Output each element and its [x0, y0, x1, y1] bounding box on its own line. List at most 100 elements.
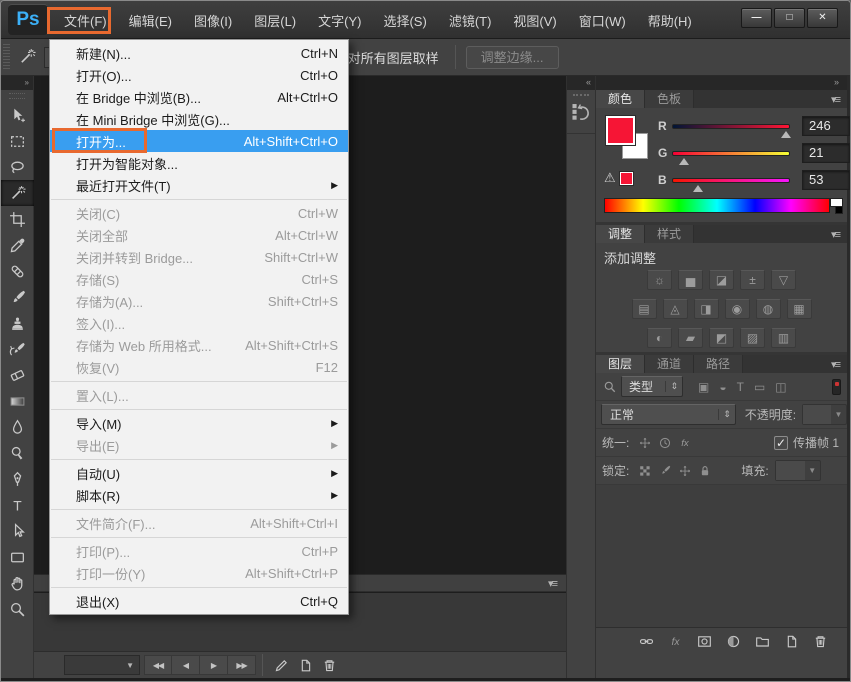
slider-thumb[interactable] [781, 131, 791, 138]
hue-saturation-button[interactable]: ▤ [632, 299, 657, 319]
gradient-map-button[interactable]: ▨ [740, 328, 765, 348]
channel-value-r[interactable]: 246 [802, 116, 850, 136]
unify-position-icon[interactable] [638, 436, 652, 450]
blend-mode-dropdown[interactable]: 正常 ⇕ [601, 404, 736, 425]
history-brush-tool[interactable] [1, 336, 34, 362]
delete-layer-button[interactable] [813, 634, 828, 649]
dodge-tool[interactable] [1, 440, 34, 466]
file-menu-item-6[interactable]: 打开为智能对象... [50, 152, 348, 174]
strip-collapse-button[interactable]: « [567, 76, 595, 90]
menubar-item-4[interactable]: 图层(L) [243, 7, 307, 34]
levels-button[interactable]: ▅ [678, 270, 703, 290]
options-bar-grip[interactable] [3, 44, 10, 70]
file-menu-item-3[interactable]: 在 Bridge 中浏览(B)...Alt+Ctrl+O [50, 86, 348, 108]
exposure-button[interactable]: ± [740, 270, 765, 290]
eyedropper-tool[interactable] [1, 232, 34, 258]
lasso-tool[interactable] [1, 154, 34, 180]
foreground-color-swatch-panel[interactable] [606, 116, 635, 145]
menubar-item-6[interactable]: 选择(S) [372, 7, 437, 34]
selective-color-button[interactable]: ▥ [771, 328, 796, 348]
rectangle-tool[interactable] [1, 544, 34, 570]
tween-frames-button[interactable] [269, 655, 293, 675]
select-first-frame-button[interactable]: ◀◀ [144, 655, 172, 675]
refine-edge-button[interactable]: 调整边缘... [466, 46, 559, 69]
menubar-item-2[interactable]: 编辑(E) [118, 7, 183, 34]
new-adjustment-layer-button[interactable] [726, 634, 741, 649]
add-layer-mask-button[interactable] [697, 634, 712, 649]
lock-image-pixels-icon[interactable] [658, 464, 672, 478]
hand-tool[interactable] [1, 570, 34, 596]
file-menu-item-2[interactable]: 打开(O)...Ctrl+O [50, 64, 348, 86]
crop-tool[interactable] [1, 206, 34, 232]
select-next-frame-button[interactable]: ▶▶ [228, 655, 256, 675]
vibrance-button[interactable]: ▽ [771, 270, 796, 290]
posterize-button[interactable]: ▰ [678, 328, 703, 348]
lock-all-icon[interactable] [698, 464, 712, 478]
lock-transparent-pixels-icon[interactable] [638, 464, 652, 478]
channel-value-g[interactable]: 21 [802, 143, 850, 163]
frame-delay-dropdown[interactable]: ▼ [64, 655, 140, 675]
duplicate-frame-button[interactable] [293, 655, 317, 675]
layers-tab-2[interactable]: 通道 [645, 355, 694, 373]
curves-button[interactable]: ◪ [709, 270, 734, 290]
gradient-tool[interactable] [1, 388, 34, 414]
filter-smart-objects-icon[interactable]: ◫ [775, 380, 786, 394]
panels-collapse-button[interactable]: » [596, 76, 847, 90]
file-menu-item-19[interactable]: 自动(U)▶ [50, 462, 348, 484]
filter-adjustment-layers-icon[interactable]: ◒ [719, 380, 726, 394]
eraser-tool[interactable] [1, 362, 34, 388]
channel-value-b[interactable]: 53 [802, 170, 850, 190]
file-menu-item-7[interactable]: 最近打开文件(T)▶ [50, 174, 348, 196]
play-animation-button[interactable]: ▶ [200, 655, 228, 675]
file-menu-item-17[interactable]: 导入(M)▶ [50, 412, 348, 434]
filter-shape-layers-icon[interactable]: ▭ [754, 380, 765, 394]
file-menu-item-1[interactable]: 新建(N)...Ctrl+N [50, 42, 348, 64]
menubar-item-7[interactable]: 滤镜(T) [438, 7, 503, 34]
color-spectrum-ramp[interactable] [604, 198, 830, 213]
color-tab-1[interactable]: 颜色 [596, 90, 645, 108]
file-menu-item-24[interactable]: 退出(X)Ctrl+Q [50, 590, 348, 612]
channel-slider-r[interactable] [672, 124, 790, 129]
select-previous-frame-button[interactable]: ◀ [172, 655, 200, 675]
channel-mixer-button[interactable]: ◍ [756, 299, 781, 319]
file-menu-item-4[interactable]: 在 Mini Bridge 中浏览(G)... [50, 108, 348, 130]
new-group-button[interactable] [755, 634, 770, 649]
blur-tool[interactable] [1, 414, 34, 440]
move-tool[interactable] [1, 102, 34, 128]
lock-position-icon[interactable] [678, 464, 692, 478]
unify-visibility-icon[interactable] [658, 436, 672, 450]
file-menu-item-20[interactable]: 脚本(R)▶ [50, 484, 348, 506]
channel-slider-b[interactable] [672, 178, 790, 183]
zoom-tool[interactable] [1, 596, 34, 622]
maximize-button[interactable]: □ [774, 8, 805, 28]
threshold-button[interactable]: ◩ [709, 328, 734, 348]
color-lookup-button[interactable]: ▦ [787, 299, 812, 319]
spot-healing-brush-tool[interactable] [1, 258, 34, 284]
layers-tab-1[interactable]: 图层 [596, 355, 645, 373]
tools-collapse-button[interactable]: » [1, 76, 33, 90]
slider-thumb[interactable] [693, 185, 703, 192]
filter-pixel-layers-icon[interactable]: ▣ [698, 380, 709, 394]
black-white-button[interactable]: ◨ [694, 299, 719, 319]
layer-styles-button[interactable]: fx [668, 634, 683, 649]
adjustments-tab-2[interactable]: 样式 [645, 225, 694, 243]
close-button[interactable]: ✕ [807, 8, 838, 28]
photo-filter-button[interactable]: ◉ [725, 299, 750, 319]
menubar-item-9[interactable]: 窗口(W) [568, 7, 637, 34]
adjustments-panel-menu-icon[interactable]: ▾≡ [831, 228, 839, 241]
menubar-item-5[interactable]: 文字(Y) [307, 7, 372, 34]
invert-button[interactable]: ◐ [647, 328, 672, 348]
color-balance-button[interactable]: ◬ [663, 299, 688, 319]
clone-stamp-tool[interactable] [1, 310, 34, 336]
slider-thumb[interactable] [679, 158, 689, 165]
magic-wand-tool-icon[interactable] [14, 44, 40, 70]
unify-style-icon[interactable]: fx [678, 436, 692, 450]
link-layers-button[interactable] [639, 634, 654, 649]
layers-panel-menu-icon[interactable]: ▾≡ [831, 358, 839, 371]
menubar-item-10[interactable]: 帮助(H) [637, 7, 703, 34]
filter-type-dropdown[interactable]: 类型 ⇕ [621, 376, 683, 397]
adjustments-tab-1[interactable]: 调整 [596, 225, 645, 243]
warning-triangle-icon[interactable]: ⚠ [604, 170, 616, 186]
black-swatch[interactable] [835, 206, 843, 214]
minimize-button[interactable]: — [741, 8, 772, 28]
